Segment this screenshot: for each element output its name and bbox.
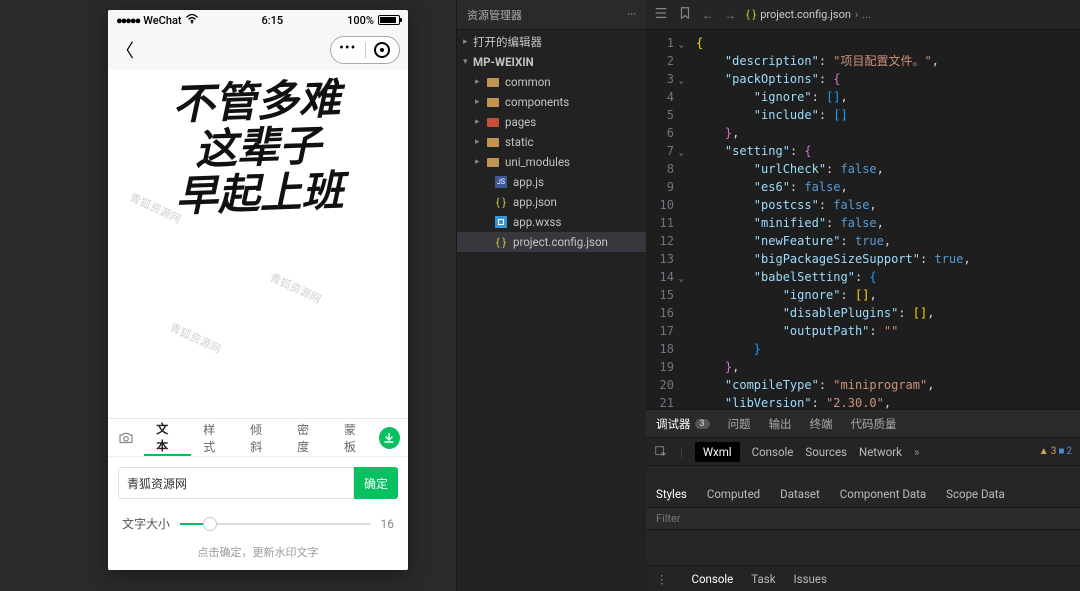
subtab-network[interactable]: Network [859, 445, 902, 459]
debugger-badge: 3 [695, 419, 710, 429]
nav-back-icon[interactable]: ← [702, 8, 714, 22]
tree-folder-uni-modules[interactable]: uni_modules [457, 152, 646, 172]
watermark-bg-text: 青狐资源网 [267, 269, 324, 307]
watermark-canvas[interactable]: 不管多难 这辈子 早起上班 青狐资源网 青狐资源网 青狐资源网 [108, 70, 408, 418]
tree-folder-common[interactable]: common [457, 72, 646, 92]
explorer-pane: 资源管理器 ··· 打开的编辑器 MP-WEIXIN common compon… [456, 0, 646, 591]
tree-folder-pages[interactable]: pages [457, 112, 646, 132]
tree-file-appjs[interactable]: JSapp.js [457, 172, 646, 192]
json-file-icon: { } [746, 8, 756, 21]
tab-text[interactable]: 文本 [144, 419, 191, 456]
editor-tab-active[interactable]: { } project.config.json › ... [746, 8, 871, 21]
tree-file-appjson[interactable]: { }app.json [457, 192, 646, 212]
panel-tabs: 文本 样式 倾斜 密度 蒙板 [108, 419, 408, 457]
download-icon [384, 433, 394, 443]
editor-tabbar: ← → { } project.config.json › ... [646, 0, 1080, 30]
tree-file-project-config[interactable]: { }project.config.json [457, 232, 646, 252]
devtools-primary-tabs: 调试器 3 问题 输出 终端 代码质量 [646, 410, 1080, 438]
stab-scopedata[interactable]: Scope Data [946, 487, 1005, 501]
warning-icon: ▲ [1039, 446, 1049, 457]
tab-density[interactable]: 密度 [285, 419, 332, 456]
ftab-console[interactable]: Console [692, 572, 734, 586]
tab-tilt[interactable]: 倾斜 [238, 419, 285, 456]
editor-pane: ← → { } project.config.json › ... 1⌄23⌄4… [646, 0, 1080, 591]
back-icon[interactable]: 〈 [116, 37, 134, 63]
battery-pct: 100% [347, 14, 374, 27]
control-panel: 文本 样式 倾斜 密度 蒙板 确定 文字大小 [108, 418, 408, 570]
ftab-task[interactable]: Task [751, 572, 775, 586]
devtools-footer-tabs: ⋮ Console Task Issues [646, 565, 1080, 591]
panel-hint: 点击确定，更新水印文字 [108, 538, 408, 570]
stab-computed[interactable]: Computed [707, 487, 760, 501]
clock-label: 6:15 [262, 14, 284, 27]
tab-terminal[interactable]: 终端 [810, 416, 833, 432]
capsule-close-icon[interactable] [366, 42, 400, 58]
nav-fwd-icon[interactable]: → [724, 8, 736, 22]
watermark-input[interactable] [118, 467, 354, 499]
bookmark-icon[interactable] [678, 6, 692, 23]
fontsize-slider[interactable] [180, 523, 370, 525]
download-button[interactable] [379, 427, 400, 449]
styles-tabs: Styles Computed Dataset Component Data S… [646, 480, 1080, 508]
subtab-sources[interactable]: Sources [805, 445, 847, 459]
tree-section-project[interactable]: MP-WEIXIN [457, 52, 646, 72]
tab-codequality[interactable]: 代码质量 [851, 416, 897, 432]
status-counts: ▲3 ■2 [1039, 446, 1072, 457]
explorer-header: 资源管理器 ··· [457, 0, 646, 30]
stab-styles[interactable]: Styles [656, 487, 687, 501]
overflow-icon[interactable]: » [914, 445, 919, 459]
error-icon: ■ [1058, 446, 1064, 457]
tab-problems[interactable]: 问题 [728, 416, 751, 432]
confirm-button[interactable]: 确定 [354, 467, 398, 499]
breadcrumb-separator-icon: › [855, 8, 858, 21]
explorer-more-icon[interactable]: ··· [627, 8, 636, 21]
tab-debugger[interactable]: 调试器 [656, 416, 691, 432]
fontsize-label: 文字大小 [122, 515, 170, 532]
signal-icon: ●●●●● [116, 14, 139, 27]
line-gutter: 1⌄23⌄4567⌄891011121314⌄1516171819202122 [646, 30, 682, 409]
simulator-pane: ●●●●● WeChat 6:15 100% 〈 ••• [0, 0, 456, 591]
phone-statusbar: ●●●●● WeChat 6:15 100% [108, 10, 408, 30]
phone-navbar: 〈 ••• [108, 30, 408, 70]
element-picker-icon[interactable] [654, 445, 668, 459]
drawer-menu-icon[interactable]: ⋮ [656, 572, 668, 586]
tab-style[interactable]: 样式 [191, 419, 238, 456]
stab-dataset[interactable]: Dataset [780, 487, 820, 501]
collapse-icon[interactable] [654, 6, 668, 23]
camera-icon [117, 429, 135, 447]
file-tree: 打开的编辑器 MP-WEIXIN common components pages… [457, 30, 646, 254]
capsule-menu[interactable]: ••• [330, 36, 400, 64]
tree-section-open-editors[interactable]: 打开的编辑器 [457, 32, 646, 52]
subtab-console[interactable]: Console [752, 445, 794, 459]
capsule-more-icon[interactable]: ••• [331, 42, 366, 58]
tab-mask[interactable]: 蒙板 [332, 419, 379, 456]
devtools-pane: 调试器 3 问题 输出 终端 代码质量 | Wxml Console Sourc… [646, 409, 1080, 591]
slider-knob[interactable] [203, 517, 217, 531]
battery-icon [378, 15, 400, 25]
tree-folder-static[interactable]: static [457, 132, 646, 152]
wifi-icon [186, 14, 198, 27]
tree-folder-components[interactable]: components [457, 92, 646, 112]
code-area[interactable]: 1⌄23⌄4567⌄891011121314⌄1516171819202122 … [646, 30, 1080, 409]
ftab-issues[interactable]: Issues [794, 572, 827, 586]
carrier-label: WeChat [143, 14, 181, 27]
tree-file-appwxss[interactable]: app.wxss [457, 212, 646, 232]
code-source[interactable]: { "description": "项目配置文件。", "packOptions… [682, 30, 1080, 409]
filter-input[interactable]: Filter [656, 512, 681, 525]
camera-tab[interactable] [108, 429, 144, 447]
devtools-sub-tabs: | Wxml Console Sources Network » ▲3 ■2 [646, 438, 1080, 466]
phone-frame: ●●●●● WeChat 6:15 100% 〈 ••• [108, 10, 408, 570]
subtab-wxml[interactable]: Wxml [695, 442, 740, 462]
stab-componentdata[interactable]: Component Data [840, 487, 926, 501]
fontsize-value: 16 [381, 517, 395, 531]
tab-output[interactable]: 输出 [769, 416, 792, 432]
watermark-text: 不管多难 这辈子 早起上班 [172, 77, 345, 221]
watermark-bg-text: 青狐资源网 [167, 319, 224, 357]
